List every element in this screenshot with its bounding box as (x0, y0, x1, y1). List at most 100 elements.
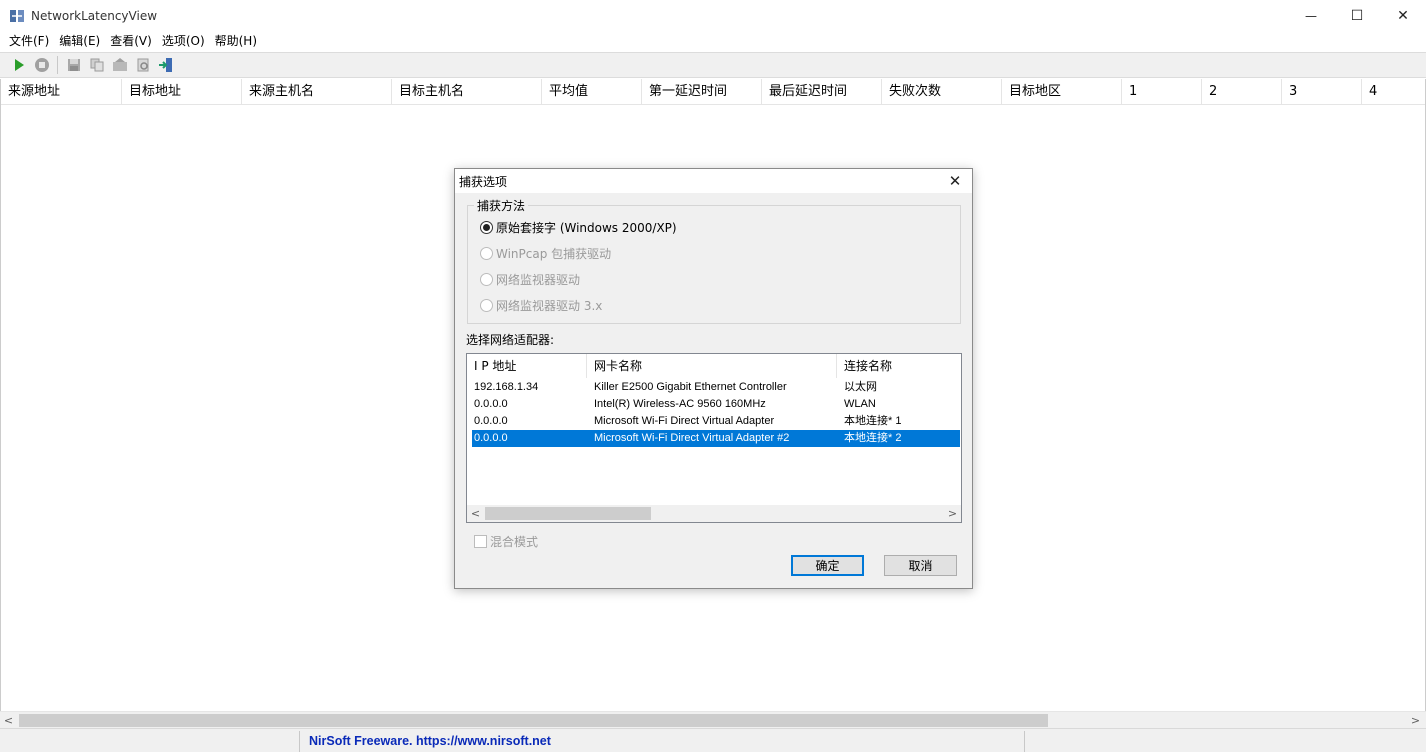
radio-label: 原始套接字 (Windows 2000/XP) (496, 221, 677, 235)
column-header-adapter-name[interactable]: 网卡名称 (587, 354, 837, 378)
column-header-average[interactable]: 平均值 (542, 79, 642, 105)
radio-label: WinPcap 包捕获驱动 (496, 247, 612, 261)
properties-icon (113, 58, 127, 71)
stop-capture-icon (35, 58, 49, 72)
radio-winpcap[interactable]: WinPcap 包捕获驱动 (480, 245, 611, 262)
adapter-row[interactable]: 0.0.0.0 Microsoft Wi-Fi Direct Virtual A… (472, 413, 960, 430)
column-header-dest-country[interactable]: 目标地区 (1002, 79, 1122, 105)
status-panel-count (0, 731, 300, 752)
adapter-list-header: I P 地址 网卡名称 连接名称 (467, 354, 961, 378)
promiscuous-mode-checkbox[interactable] (474, 535, 487, 548)
column-header-connection-name[interactable]: 连接名称 (837, 354, 961, 378)
save-icon (68, 59, 80, 71)
html-report-button[interactable] (133, 55, 153, 75)
adapter-connection: WLAN (844, 398, 876, 410)
copy-button[interactable] (87, 55, 107, 75)
nirsoft-link[interactable]: NirSoft Freeware. https://www.nirsoft.ne… (309, 729, 551, 752)
adapter-connection: 以太网 (844, 381, 877, 393)
adapter-list-scrollbar[interactable]: < > (467, 505, 961, 522)
cancel-button[interactable]: 取消 (884, 555, 957, 576)
title-bar: NetworkLatencyView — ☐ ✕ (0, 0, 1426, 31)
adapter-label: 选择网络适配器: (466, 333, 555, 347)
minimize-button[interactable]: — (1288, 0, 1334, 31)
adapter-row[interactable]: 0.0.0.0 Intel(R) Wireless-AC 9560 160MHz… (472, 396, 960, 413)
horizontal-scrollbar[interactable]: < > (0, 711, 1426, 728)
app-icon (9, 8, 25, 24)
menu-help[interactable]: 帮助(H) (210, 32, 262, 50)
maximize-button[interactable]: ☐ (1334, 0, 1380, 31)
scroll-left-button[interactable]: < (467, 505, 484, 522)
capture-options-dialog: 捕获选项 ✕ 捕获方法 原始套接字 (Windows 2000/XP) WinP… (454, 168, 973, 589)
scroll-right-button[interactable]: > (1407, 712, 1424, 729)
exit-button[interactable] (156, 55, 176, 75)
adapter-ip: 0.0.0.0 (474, 432, 508, 444)
radio-netmon-3x[interactable]: 网络监视器驱动 3.x (480, 297, 602, 314)
capture-method-group: 捕获方法 原始套接字 (Windows 2000/XP) WinPcap 包捕获… (467, 197, 961, 324)
chevron-left-icon: < (3, 714, 14, 727)
capture-method-label: 捕获方法 (474, 197, 529, 214)
column-header-fail-count[interactable]: 失败次数 (882, 79, 1002, 105)
column-header-source-address[interactable]: 来源地址 (1, 79, 122, 105)
column-header-first-latency[interactable]: 第一延迟时间 (642, 79, 762, 105)
start-capture-icon (15, 59, 24, 71)
menu-bar: 文件(F) 编辑(E) 查看(V) 选项(O) 帮助(H) (0, 31, 1426, 51)
column-header-dest-address[interactable]: 目标地址 (122, 79, 242, 105)
scrollbar-thumb[interactable] (19, 714, 1048, 727)
ok-button[interactable]: 确定 (791, 555, 864, 576)
scroll-left-button[interactable]: < (0, 712, 17, 729)
radio-button-checked[interactable] (480, 221, 493, 234)
column-header-4[interactable]: 4 (1362, 79, 1425, 105)
adapter-row[interactable]: 192.168.1.34 Killer E2500 Gigabit Ethern… (472, 379, 960, 396)
column-header-ip[interactable]: I P 地址 (467, 354, 587, 378)
column-header-source-host[interactable]: 来源主机名 (242, 79, 392, 105)
save-button[interactable] (64, 55, 84, 75)
dialog-close-button[interactable]: ✕ (942, 169, 968, 193)
chevron-right-icon: > (1410, 714, 1421, 727)
column-header-1[interactable]: 1 (1122, 79, 1202, 105)
dialog-title: 捕获选项 (459, 175, 508, 189)
adapter-name: Microsoft Wi-Fi Direct Virtual Adapter #… (594, 432, 790, 444)
promiscuous-mode-option[interactable]: 混合模式 (474, 533, 538, 550)
adapter-ip: 192.168.1.34 (474, 381, 539, 393)
stop-capture-button[interactable] (32, 55, 52, 75)
adapter-ip: 0.0.0.0 (474, 398, 508, 410)
close-icon: ✕ (1397, 7, 1409, 24)
copy-icon (90, 58, 104, 72)
adapter-connection: 本地连接* 1 (844, 415, 902, 427)
adapter-connection: 本地连接* 2 (844, 432, 902, 444)
radio-netmon[interactable]: 网络监视器驱动 (480, 271, 580, 288)
radio-raw-sockets[interactable]: 原始套接字 (Windows 2000/XP) (480, 219, 677, 236)
adapter-name: Intel(R) Wireless-AC 9560 160MHz (594, 398, 766, 410)
column-header-3[interactable]: 3 (1282, 79, 1362, 105)
minimize-icon: — (1305, 8, 1317, 23)
properties-button[interactable] (110, 55, 130, 75)
adapter-list[interactable]: I P 地址 网卡名称 连接名称 192.168.1.34 Killer E25… (466, 353, 962, 523)
column-header-last-latency[interactable]: 最后延迟时间 (762, 79, 882, 105)
scroll-right-button[interactable]: > (944, 505, 961, 522)
adapter-name: Killer E2500 Gigabit Ethernet Controller (594, 381, 787, 393)
scrollbar-thumb[interactable] (485, 507, 651, 520)
menu-options[interactable]: 选项(O) (157, 32, 210, 50)
adapter-ip: 0.0.0.0 (474, 415, 508, 427)
exit-icon (159, 58, 172, 72)
menu-file[interactable]: 文件(F) (4, 32, 54, 50)
column-header-2[interactable]: 2 (1202, 79, 1282, 105)
window-title: NetworkLatencyView (31, 8, 158, 23)
start-capture-button[interactable] (9, 55, 29, 75)
menu-view[interactable]: 查看(V) (105, 32, 157, 50)
radio-button[interactable] (480, 247, 493, 260)
radio-button[interactable] (480, 273, 493, 286)
column-header-dest-host[interactable]: 目标主机名 (392, 79, 542, 105)
radio-button[interactable] (480, 299, 493, 312)
adapter-row-selected[interactable]: 0.0.0.0 Microsoft Wi-Fi Direct Virtual A… (472, 430, 960, 447)
menu-edit[interactable]: 编辑(E) (54, 32, 105, 50)
toolbar (0, 52, 1426, 78)
dialog-title-bar: 捕获选项 ✕ (455, 169, 972, 193)
close-icon: ✕ (948, 172, 962, 190)
list-header: 来源地址 目标地址 来源主机名 目标主机名 平均值 第一延迟时间 最后延迟时间 … (1, 79, 1425, 105)
promiscuous-mode-label: 混合模式 (490, 535, 539, 549)
chevron-left-icon: < (470, 507, 481, 520)
radio-label: 网络监视器驱动 3.x (496, 299, 603, 313)
maximize-icon: ☐ (1350, 7, 1364, 24)
close-button[interactable]: ✕ (1380, 0, 1426, 31)
